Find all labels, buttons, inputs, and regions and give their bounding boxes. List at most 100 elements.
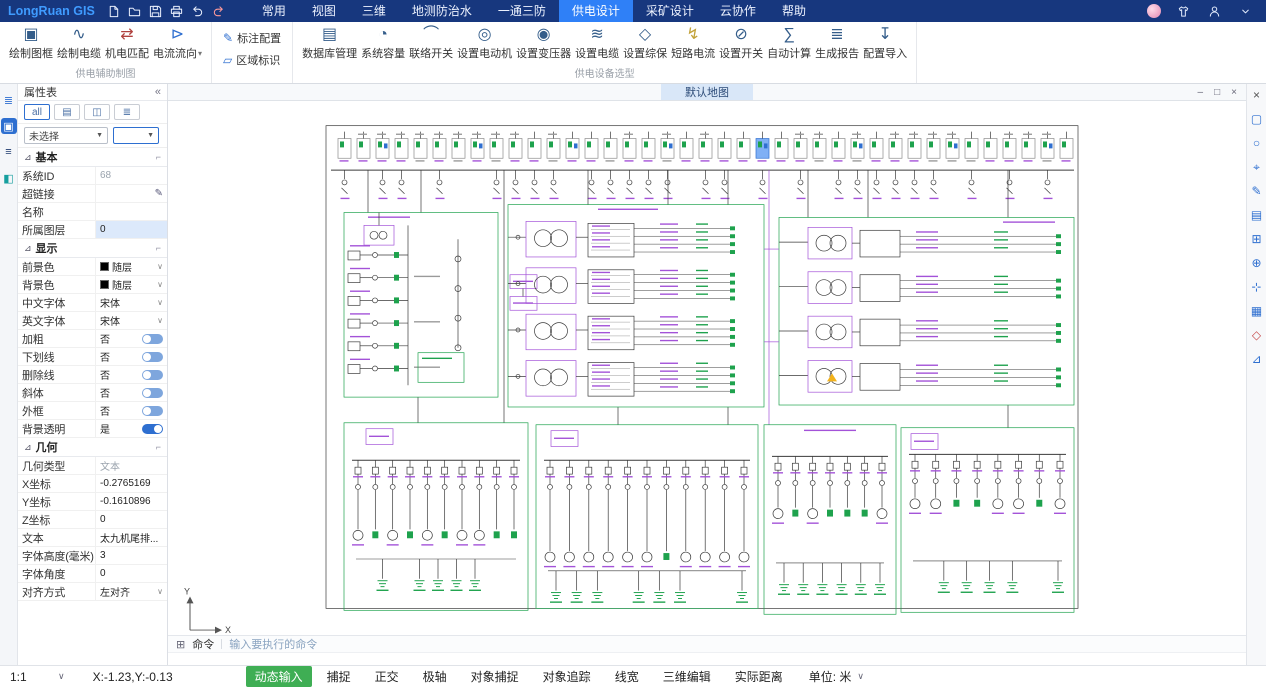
section-pin-icon[interactable]: ⌐ (156, 243, 161, 253)
object-track-toggle[interactable]: 对象追踪 (534, 666, 600, 687)
property-value[interactable]: 宋体∨ (96, 312, 167, 329)
toggle-switch[interactable] (142, 406, 163, 416)
annotation-button[interactable]: ✎标注配置 (223, 30, 281, 46)
filter-panel-icon[interactable]: ≣ (1, 92, 17, 108)
toggle-switch[interactable] (142, 424, 163, 434)
circle-tool-icon[interactable]: ○ (1253, 137, 1260, 150)
property-value[interactable]: 宋体∨ (96, 294, 167, 311)
menu-tab-2[interactable]: 视图 (299, 0, 349, 22)
property-value[interactable]: 68 (96, 167, 167, 184)
bookmarks-panel-icon[interactable]: ◧ (1, 170, 17, 186)
property-value[interactable]: 否 (96, 348, 167, 365)
print-icon[interactable] (168, 3, 185, 20)
actual-distance-toggle[interactable]: 实际距离 (726, 666, 792, 687)
match-button[interactable]: ⇄机电匹配 (103, 24, 151, 61)
menu-tab-6[interactable]: 供电设计 (559, 0, 633, 22)
set-cable-button[interactable]: ≋设置电缆 (573, 24, 621, 61)
edit-icon[interactable]: ✎ (155, 188, 163, 199)
selection-filter-1[interactable]: 未选择▼ (24, 127, 108, 144)
menu-tab-7[interactable]: 采矿设计 (633, 0, 707, 22)
section-tool-icon[interactable]: ⊿ (1251, 353, 1261, 366)
property-value[interactable]: 左对齐∨ (96, 583, 167, 600)
property-value[interactable]: 随层∨ (96, 276, 167, 293)
chevron-down-icon[interactable]: ∨ (157, 587, 163, 596)
tab-layers-icon[interactable]: ▤ (54, 104, 80, 120)
locate-tool-icon[interactable]: ⌖ (1253, 161, 1260, 174)
tab-split-icon[interactable]: ◫ (84, 104, 110, 120)
property-value[interactable]: 随层∨ (96, 258, 167, 275)
property-value[interactable]: 否 (96, 366, 167, 383)
sketch-tool-icon[interactable]: ▢ (1251, 113, 1262, 126)
polar-toggle[interactable]: 极轴 (414, 666, 456, 687)
section-pin-icon[interactable]: ⌐ (156, 152, 161, 162)
chevron-down-icon[interactable]: ∨ (157, 316, 163, 325)
chevron-down-icon[interactable]: ∨ (157, 298, 163, 307)
scale-indicator[interactable]: 1:1 (10, 670, 58, 684)
close-icon[interactable]: × (1231, 87, 1237, 98)
chevron-down-icon[interactable]: ∨ (157, 280, 163, 289)
property-value[interactable]: ✎ (96, 185, 167, 202)
property-value[interactable]: 0 (96, 565, 167, 582)
drawing-canvas[interactable]: YX (168, 101, 1246, 635)
selection-filter-2[interactable]: ▼ (113, 127, 159, 144)
object-snap-toggle[interactable]: 对象捕捉 (462, 666, 528, 687)
property-value[interactable]: 否 (96, 384, 167, 401)
grid-tool-icon[interactable]: ▦ (1251, 305, 1262, 318)
user-icon[interactable] (1206, 3, 1223, 20)
toggle-switch[interactable] (142, 352, 163, 362)
close-panel-icon[interactable]: × (1253, 89, 1260, 102)
table-tool-icon[interactable]: ⊞ (1251, 233, 1261, 246)
undo-icon[interactable] (189, 3, 206, 20)
avatar[interactable] (1147, 4, 1161, 18)
maximize-icon[interactable]: □ (1214, 87, 1220, 98)
transformer-button[interactable]: ◉设置变压器 (514, 24, 573, 61)
property-value[interactable]: 文本 (96, 457, 167, 474)
layers-tool-icon[interactable]: ▤ (1251, 209, 1262, 222)
redo-icon[interactable] (210, 3, 227, 20)
snap-tool-icon[interactable]: ⊕ (1251, 257, 1261, 270)
tab-all[interactable]: all (24, 104, 50, 120)
property-value[interactable]: 否 (96, 402, 167, 419)
scale-dropdown-icon[interactable]: ∨ (58, 671, 65, 682)
property-value[interactable]: 否 (96, 330, 167, 347)
document-tab[interactable]: 默认地图 (661, 84, 753, 100)
property-value[interactable]: -0.2765169 (96, 475, 167, 492)
property-value[interactable]: 0 (96, 511, 167, 528)
menu-tab-5[interactable]: 一通三防 (485, 0, 559, 22)
property-value[interactable]: -0.1610896 (96, 493, 167, 510)
protection-button[interactable]: ◇设置综保 (621, 24, 669, 61)
region-button[interactable]: ▱区域标识 (223, 52, 281, 68)
section-collapse-icon[interactable]: ⊿ (24, 442, 32, 453)
property-value[interactable]: 太九机尾排... (96, 529, 167, 546)
chevron-down-icon[interactable]: ∨ (157, 262, 163, 271)
frame-button[interactable]: ▣绘制图框 (7, 24, 55, 61)
chevron-down-icon[interactable] (1237, 3, 1254, 20)
menu-tab-4[interactable]: 地测防治水 (399, 0, 485, 22)
units-dropdown-icon[interactable]: ∨ (857, 671, 864, 682)
open-folder-icon[interactable] (126, 3, 143, 20)
section-collapse-icon[interactable]: ⊿ (24, 243, 32, 254)
measure-tool-icon[interactable]: ◇ (1252, 329, 1261, 342)
dynamic-input-toggle[interactable]: 动态输入 (246, 666, 312, 687)
property-value[interactable]: 是 (96, 420, 167, 437)
switch-button[interactable]: ⊘设置开关 (717, 24, 765, 61)
collapse-panel-icon[interactable]: « (155, 86, 161, 98)
import-button[interactable]: ↧配置导入 (861, 24, 909, 61)
menu-tab-8[interactable]: 云协作 (707, 0, 769, 22)
motor-button[interactable]: ◎设置电动机 (455, 24, 514, 61)
short-circuit-button[interactable]: ↯短路电流 (669, 24, 717, 61)
toggle-switch[interactable] (142, 370, 163, 380)
menu-tab-1[interactable]: 常用 (249, 0, 299, 22)
menu-tab-9[interactable]: 帮助 (769, 0, 819, 22)
command-input[interactable]: 输入要执行的命令 (229, 636, 317, 652)
properties-panel-icon[interactable]: ▣ (1, 118, 17, 134)
report-button[interactable]: ≣生成报告 (813, 24, 861, 61)
minimize-icon[interactable]: – (1198, 87, 1204, 98)
property-value[interactable]: 3 (96, 547, 167, 564)
lineweight-toggle[interactable]: 线宽 (606, 666, 648, 687)
edit-3d-toggle[interactable]: 三维编辑 (654, 666, 720, 687)
tie-switch-button[interactable]: ⌒联络开关 (407, 24, 455, 61)
cable-button[interactable]: ∿绘制电缆 (55, 24, 103, 61)
skin-theme-icon[interactable] (1175, 3, 1192, 20)
save-icon[interactable] (147, 3, 164, 20)
